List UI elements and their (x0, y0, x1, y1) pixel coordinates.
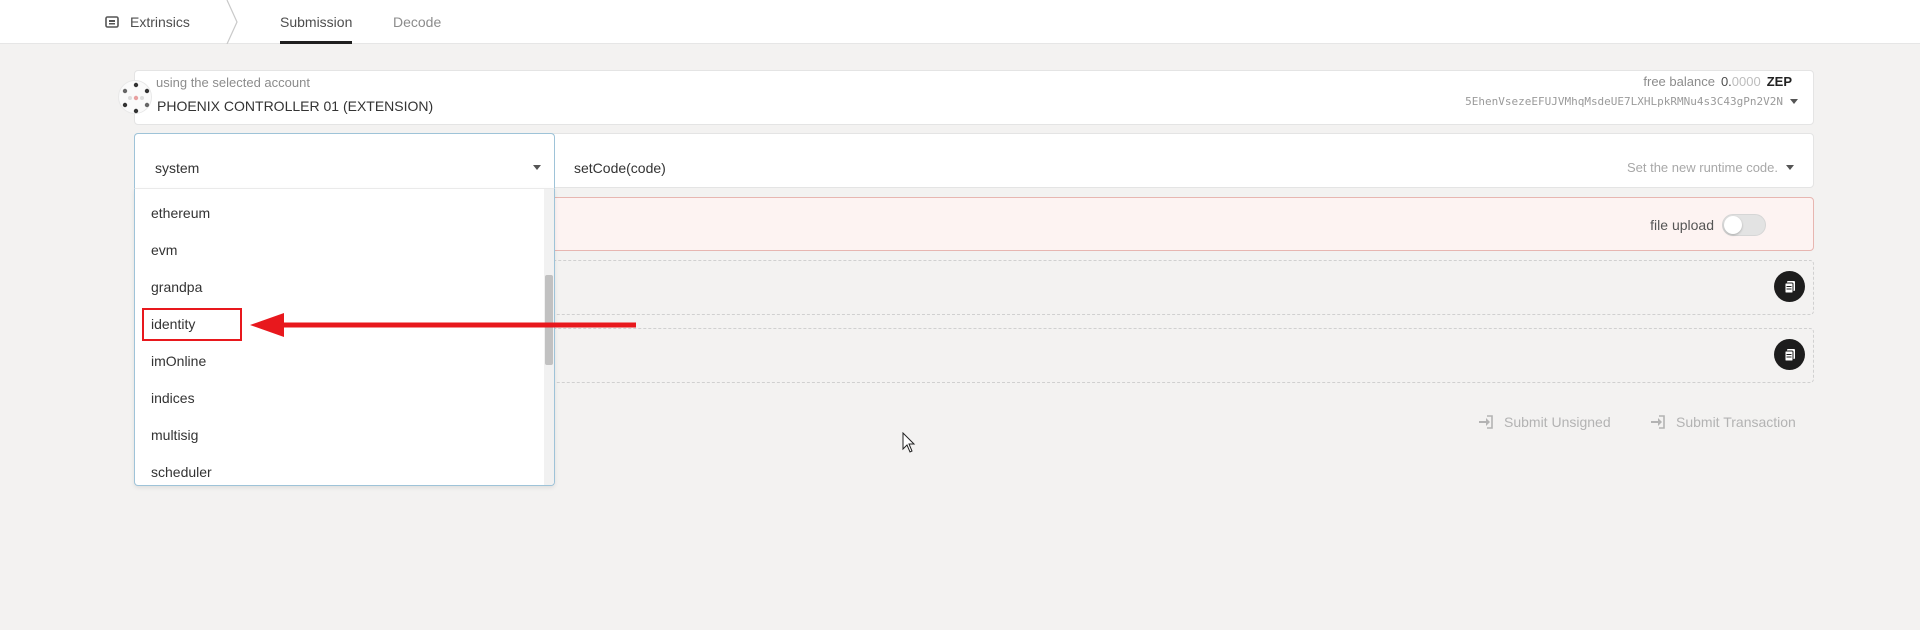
extrinsics-icon (104, 14, 120, 30)
tab-submission[interactable]: Submission (280, 0, 353, 44)
tab-decode-label: Decode (393, 14, 442, 30)
breadcrumb-chevron-icon (226, 0, 238, 44)
balance-label: free balance (1643, 74, 1715, 89)
sign-in-icon (1651, 415, 1665, 429)
free-balance: free balance 0.0000 ZEP (1643, 74, 1792, 89)
tab-submission-label: Submission (280, 14, 353, 30)
balance-unit: ZEP (1766, 74, 1792, 89)
annotation-arrow-icon (250, 313, 636, 337)
file-upload-toggle[interactable] (1722, 214, 1766, 236)
file-upload-label: file upload (1650, 217, 1714, 233)
nav-section-extrinsics[interactable]: Extrinsics (104, 0, 190, 44)
dropdown-option-scheduler[interactable]: scheduler (151, 464, 212, 480)
account-identicon (118, 80, 152, 114)
copy-button[interactable] (1774, 339, 1805, 370)
tab-decode[interactable]: Decode (393, 0, 441, 44)
dropdown-option-ethereum[interactable]: ethereum (151, 205, 210, 221)
chevron-down-icon (1786, 165, 1794, 170)
top-navigation: Extrinsics Submission Decode (0, 0, 1920, 44)
copy-icon (1784, 280, 1795, 293)
dropdown-option-imonline[interactable]: imOnline (151, 353, 206, 369)
section-select-value: system (155, 160, 200, 176)
balance-amount: 0.0000 (1720, 74, 1761, 89)
dropdown-option-multisig[interactable]: multisig (151, 427, 198, 443)
chevron-down-icon[interactable] (533, 165, 541, 170)
dropdown-option-grandpa[interactable]: grandpa (151, 279, 202, 295)
copy-icon (1784, 348, 1795, 361)
chevron-down-icon (1790, 99, 1798, 104)
nav-section-label: Extrinsics (130, 14, 190, 30)
annotation-highlight-box (142, 308, 242, 341)
submit-transaction-button[interactable]: Submit Transaction (1650, 414, 1796, 430)
submit-unsigned-button[interactable]: Submit Unsigned (1478, 414, 1611, 430)
account-label: using the selected account (156, 75, 310, 90)
account-address-text: 5EhenVsezeEFUJVMhqMsdeUE7LXHLpkRMNu4s3C4… (1465, 95, 1783, 108)
account-address[interactable]: 5EhenVsezeEFUJVMhqMsdeUE7LXHLpkRMNu4s3C4… (1465, 95, 1798, 108)
sign-in-icon (1479, 415, 1493, 429)
copy-button[interactable] (1774, 271, 1805, 302)
file-upload-toggle-group[interactable]: file upload (1650, 214, 1766, 236)
dropdown-option-evm[interactable]: evm (151, 242, 177, 258)
mouse-cursor-icon (902, 432, 916, 453)
method-name[interactable]: setCode(code) (574, 160, 666, 176)
dropdown-option-indices[interactable]: indices (151, 390, 195, 406)
account-name: PHOENIX CONTROLLER 01 (EXTENSION) (157, 98, 434, 114)
method-description[interactable]: Set the new runtime code. (1627, 160, 1794, 175)
